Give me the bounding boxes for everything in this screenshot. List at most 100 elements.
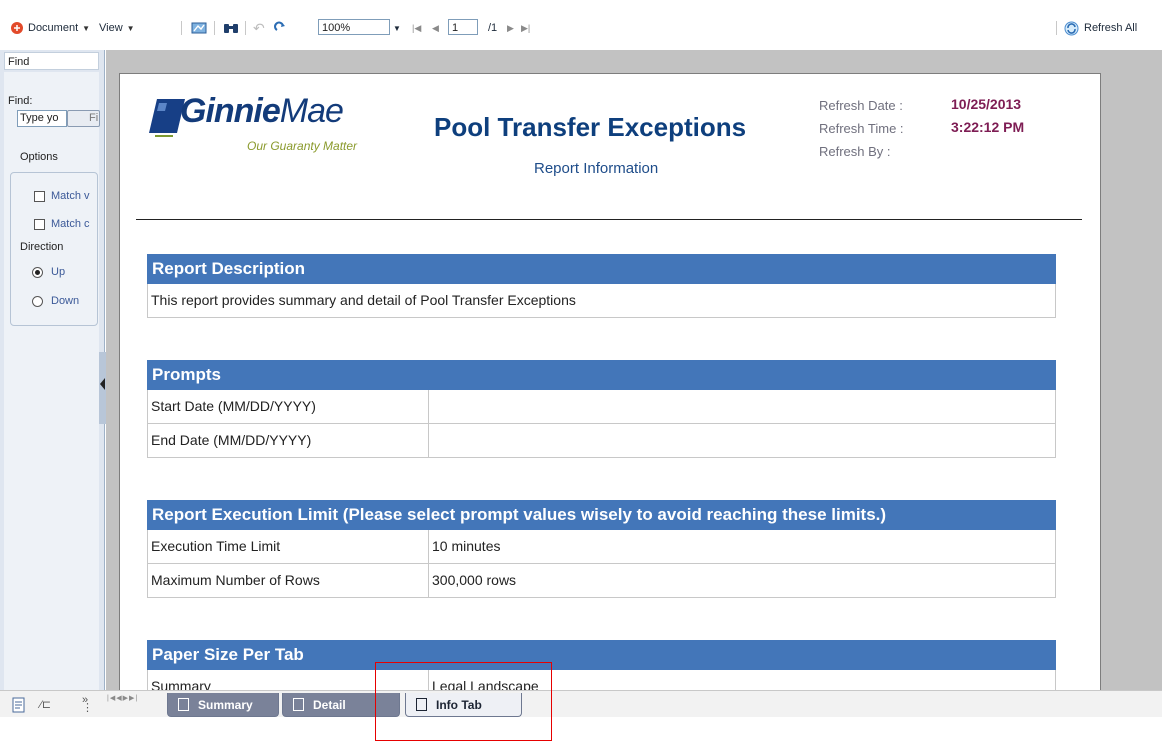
more-icon: » ⋮ [82, 694, 93, 714]
zoom-select-field[interactable]: 100% [318, 19, 390, 35]
direction-down-label: Down [51, 295, 80, 307]
description-header: Report Description [147, 254, 1056, 284]
logo-name-bold: Ginnie [180, 92, 281, 130]
options-label: Options [20, 151, 58, 163]
document-icon [178, 698, 189, 711]
direction-up-label: Up [51, 266, 66, 278]
description-text: This report provides summary and detail … [151, 292, 576, 308]
limit-value: 10 minutes [432, 538, 501, 554]
direction-label: Direction [20, 241, 64, 253]
first-page-button[interactable]: |◀ [412, 19, 421, 37]
checkbox-box [34, 190, 45, 202]
toolbar: Document ▼ View ▼ ↶ 100% ▼ |◀ ◀ 1 /1 ▶ ▶… [0, 9, 1162, 47]
find-button[interactable] [223, 19, 239, 37]
cell-divider [428, 424, 429, 457]
report-subtitle: Report Information [534, 160, 659, 177]
prompt-label: End Date (MM/DD/YYYY) [151, 432, 312, 448]
chevron-down-icon: ▼ [82, 23, 91, 33]
match-whole-word-label: Match v [51, 190, 90, 202]
direction-down-radio[interactable]: Down [32, 295, 79, 307]
last-page-icon: ▶| [521, 22, 531, 33]
radio-selected [32, 266, 43, 278]
cell-divider [428, 390, 429, 423]
match-case-checkbox[interactable]: Match c [34, 218, 96, 230]
logo-name-light: Mae [279, 92, 344, 130]
toolbar-divider [245, 21, 246, 35]
highlight-box [375, 662, 552, 741]
more-options-button[interactable]: » ⋮ [82, 694, 93, 714]
toolbar-divider [181, 21, 182, 35]
table-row: End Date (MM/DD/YYYY) [147, 424, 1056, 458]
refresh-by-label: Refresh By : [819, 144, 891, 159]
toolbar-divider [214, 21, 215, 35]
refresh-icon [1064, 21, 1079, 35]
toolbar-divider [1056, 21, 1057, 35]
paper-label: Summary [151, 678, 211, 692]
chevron-down-icon: ▼ [393, 23, 401, 33]
find-next-button[interactable]: Fi [67, 110, 100, 127]
page-layout-button[interactable] [12, 697, 26, 716]
tab-scroll-icon: |◀◀▶▶| [107, 695, 139, 702]
refresh-time-value: 3:22:12 PM [951, 119, 1025, 135]
refresh-date-label: Refresh Date : [819, 98, 903, 113]
prompt-label: Start Date (MM/DD/YYYY) [151, 398, 316, 414]
document-menu[interactable]: Document ▼ [10, 19, 90, 37]
refresh-all-button[interactable]: Refresh All [1064, 19, 1137, 37]
logo-tagline: Our Guaranty Matter [247, 139, 358, 153]
view-menu[interactable]: View ▼ [99, 19, 135, 37]
table-row: Maximum Number of Rows 300,000 rows [147, 564, 1056, 598]
radio-unselected [32, 295, 43, 307]
next-page-icon: ▶ [507, 22, 514, 33]
refresh-all-label: Refresh All [1084, 22, 1138, 34]
find-input[interactable]: Type yo [17, 110, 67, 127]
tab-summary[interactable]: Summary [167, 693, 279, 717]
table-row: Execution Time Limit 10 minutes [147, 530, 1056, 564]
previous-page-button[interactable]: ◀ [432, 19, 439, 37]
logo-wordmark: GinnieMae [180, 92, 344, 131]
execution-limit-header: Report Execution Limit (Please select pr… [147, 500, 1056, 530]
redo-icon [274, 21, 285, 31]
first-page-icon: |◀ [412, 22, 422, 33]
undo-icon: ↶ [253, 19, 265, 36]
cell-divider [428, 530, 429, 563]
tab-scroll-buttons[interactable]: |◀◀▶▶| [107, 694, 138, 702]
tab-label: Detail [313, 697, 346, 712]
report-title: Pool Transfer Exceptions [434, 112, 747, 142]
match-whole-word-checkbox[interactable]: Match v [34, 190, 96, 202]
navigation-map-button[interactable] [191, 19, 207, 37]
previous-page-icon: ◀ [432, 22, 439, 33]
collapse-arrow-icon[interactable] [100, 378, 105, 390]
refresh-date-value: 10/25/2013 [951, 96, 1022, 112]
navigation-map-icon [191, 22, 207, 34]
view-menu-label: View [99, 22, 123, 34]
page-number-input[interactable]: 1 [448, 19, 478, 35]
tab-label: Summary [198, 697, 253, 712]
limit-value: 300,000 rows [432, 572, 517, 588]
match-case-label: Match c [51, 218, 90, 230]
outline-icon: ⁄⊏ [40, 699, 52, 711]
find-panel-header: Find [4, 52, 99, 70]
table-row: Summary Legal Landscape [147, 670, 1056, 692]
description-row: This report provides summary and detail … [147, 284, 1056, 318]
undo-button[interactable]: ↶ [253, 19, 265, 37]
paper-size-header: Paper Size Per Tab [147, 640, 1056, 670]
zoom-dropdown-button[interactable]: ▼ [393, 19, 401, 37]
direction-up-radio[interactable]: Up [32, 266, 65, 278]
limit-label: Maximum Number of Rows [151, 572, 320, 588]
next-page-button[interactable]: ▶ [507, 19, 514, 37]
redo-button[interactable] [274, 19, 288, 37]
document-menu-label: Document [28, 22, 79, 34]
outline-button[interactable]: ⁄⊏ [40, 698, 51, 711]
header-rule [136, 219, 1082, 220]
checkbox-box [34, 218, 45, 230]
chevron-down-icon: ▼ [126, 23, 135, 33]
document-icon [293, 698, 304, 711]
find-label: Find: [8, 95, 33, 107]
last-page-button[interactable]: ▶| [521, 19, 530, 37]
document-icon [11, 22, 23, 34]
find-panel [4, 72, 99, 692]
cell-divider [428, 564, 429, 597]
prompts-header: Prompts [147, 360, 1056, 390]
page-total: /1 [488, 22, 498, 34]
page-layout-icon [12, 697, 25, 713]
